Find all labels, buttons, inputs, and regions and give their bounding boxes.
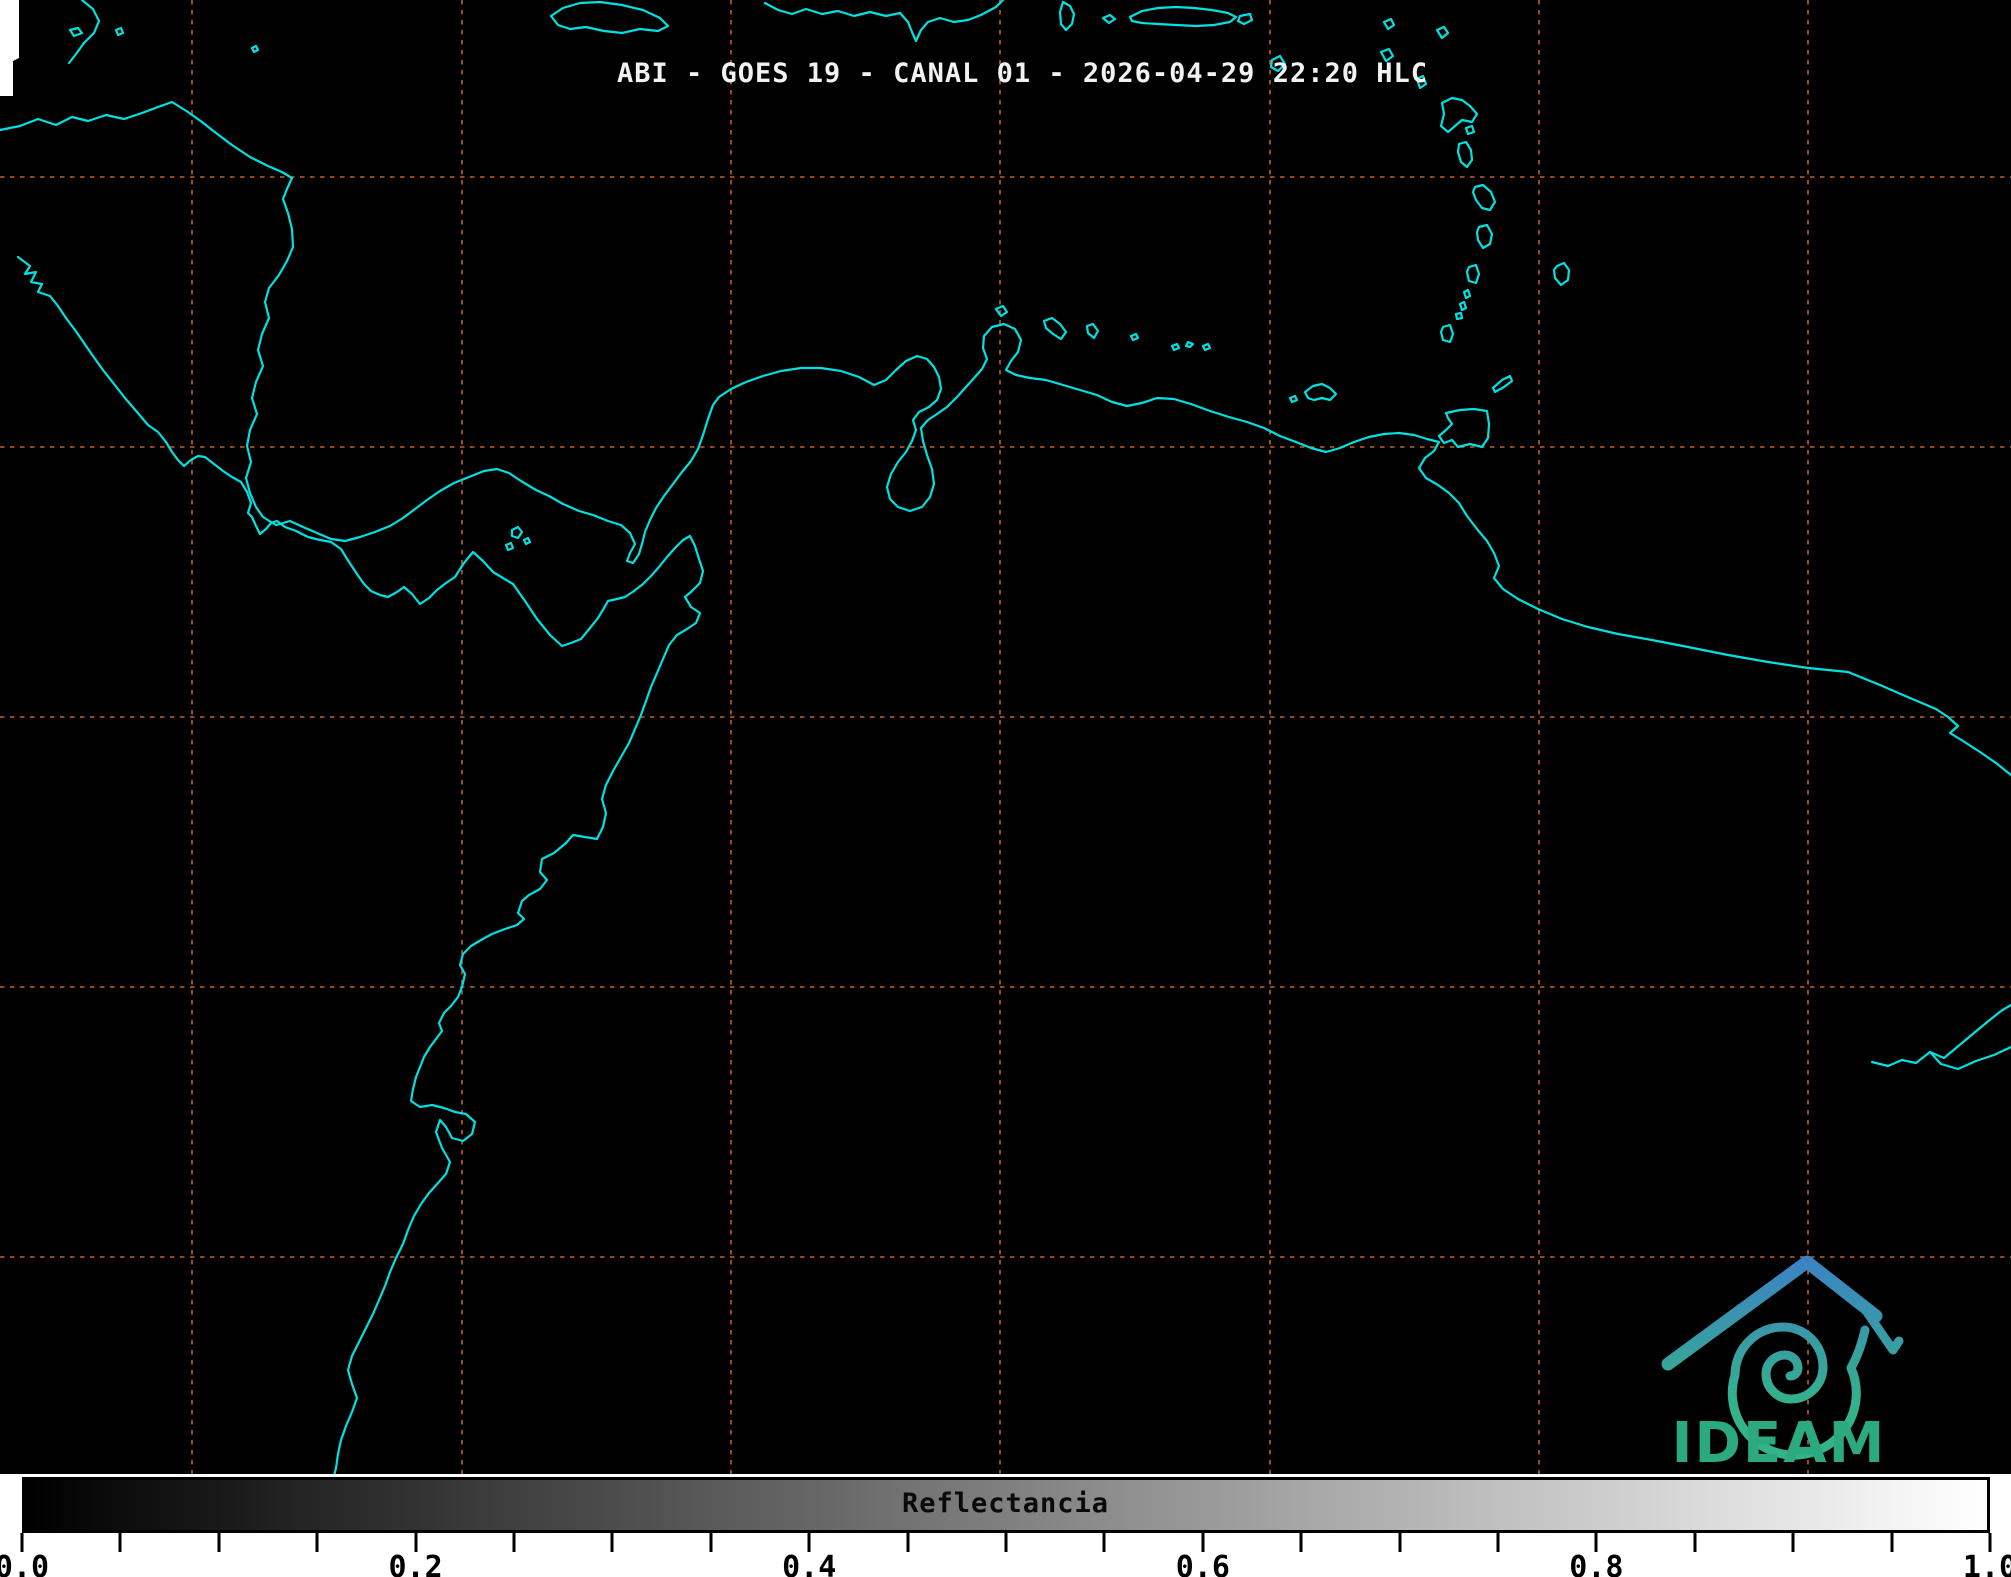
island-margarita (1305, 384, 1336, 400)
grid-layer (0, 0, 2011, 1474)
colorbar-minor-tick (1005, 1533, 1008, 1552)
ideam-logo-text: IDEAM (1672, 1411, 1887, 1474)
colorbar-tick-label: 0.6 (1176, 1550, 1230, 1577)
colorbar-tick-label: 1.0 (1963, 1550, 2011, 1577)
island-puerto-rico (1130, 7, 1236, 26)
colorbar-tick-label: 0.2 (389, 1550, 443, 1577)
island-los-roques-3 (1203, 344, 1210, 350)
coastline-caribbean-mainland-coast (0, 102, 2011, 775)
colorbar-zone: Reflectancia 0.0 0.2 0.4 0.6 0.8 1.0 (0, 1474, 2011, 1577)
island-mona (1060, 2, 1074, 30)
island-tobago (1493, 376, 1512, 392)
colorbar-minor-tick (1792, 1533, 1795, 1552)
image-title: ABI - GOES 19 - CANAL 01 - 2026-04-29 22… (0, 58, 2011, 89)
island-pearl-island-2 (506, 543, 513, 550)
colorbar-minor-tick (611, 1533, 614, 1552)
island-los-roques-2 (1186, 342, 1193, 347)
island-grenada (1441, 325, 1453, 342)
ideam-logo: IDEAM (1668, 1262, 1899, 1474)
island-trinidad (1439, 409, 1489, 447)
island-jamaica (551, 2, 668, 33)
coastline-hispaniola-south-coast (765, 0, 1003, 41)
colorbar-minor-tick (906, 1533, 909, 1552)
island-pearl-island-1 (512, 527, 522, 538)
coastline-belize-coast-fragment (69, 0, 99, 63)
island-st-croix (1238, 14, 1252, 24)
colorbar-minor-tick (1890, 1533, 1893, 1552)
island-grenadine-3 (1456, 313, 1462, 319)
colorbar-minor-tick (513, 1533, 516, 1552)
island-bonaire (1087, 324, 1098, 338)
island-st-vincent (1467, 265, 1479, 283)
island-la-orchila (1131, 334, 1138, 340)
island-guanaja (116, 28, 123, 35)
island-grenadine-1 (1464, 290, 1470, 298)
colorbar-minor-tick (1398, 1533, 1401, 1552)
colorbar-tick-label: 0.0 (0, 1550, 49, 1577)
colorbar-minor-tick (119, 1533, 122, 1552)
colorbar-minor-tick (217, 1533, 220, 1552)
island-barbados (1554, 263, 1569, 285)
island-curacao (1044, 318, 1066, 339)
colorbar-minor-tick (1103, 1533, 1106, 1552)
colorbar-minor-tick (1693, 1533, 1696, 1552)
island-coche-dot (1290, 396, 1297, 402)
island-martinique (1473, 185, 1495, 210)
island-providencia (252, 46, 258, 52)
coastlines-layer (0, 0, 2011, 1474)
island-pearl-island-3 (524, 538, 530, 544)
island-anguilla-dot (1384, 19, 1394, 29)
colorbar-minor-tick (1300, 1533, 1303, 1552)
colorbar-minor-tick (1497, 1533, 1500, 1552)
island-dominica (1458, 142, 1472, 167)
coastline-pacific-mainland-coast (18, 257, 703, 1474)
island-los-roques-1 (1172, 344, 1179, 350)
map-canvas: IDEAM (0, 0, 2011, 1474)
colorbar-tick-label: 0.4 (782, 1550, 836, 1577)
colorbar-label: Reflectancia (0, 1488, 2011, 1519)
island-grenadine-2 (1460, 302, 1466, 310)
island-roatan (70, 28, 82, 36)
island-aruba (996, 306, 1007, 316)
colorbar-minor-tick (709, 1533, 712, 1552)
island-vieques (1103, 15, 1115, 23)
colorbar-minor-tick (316, 1533, 319, 1552)
satellite-image-viewer: IDEAM ABI - GOES 19 - CANAL 01 - 2026-04… (0, 0, 2011, 1577)
island-marie-galante (1466, 126, 1474, 134)
colorbar-tick-label: 0.8 (1569, 1550, 1623, 1577)
island-st-lucia (1477, 225, 1492, 248)
island-antigua (1437, 27, 1448, 38)
